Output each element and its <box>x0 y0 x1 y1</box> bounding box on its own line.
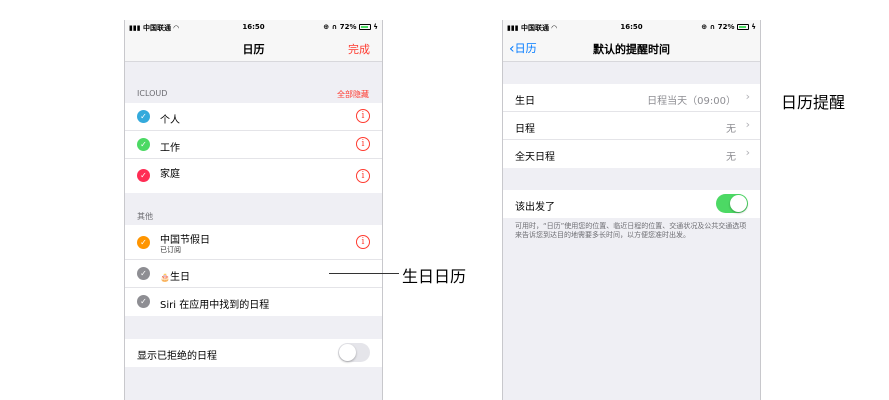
check-icon[interactable]: ✓ <box>137 295 150 308</box>
calendar-row-birthdays[interactable]: ✓ 🎂生日 <box>125 260 382 288</box>
subscribed-label: 已订阅 <box>160 246 181 254</box>
time-to-leave-group: 该出发了 <box>503 190 760 218</box>
alert-value: 无 <box>726 124 736 135</box>
calendar-label: 中国节假日 <box>160 235 210 246</box>
calendar-label: 个人 <box>160 115 180 126</box>
calendar-label: Siri 在应用中找到的日程 <box>160 300 270 311</box>
toggle-knob <box>339 344 356 361</box>
icloud-section-header: ICLOUD 全部隐藏 <box>125 89 382 103</box>
calendar-reminder-annotation: 日历提醒 <box>781 93 846 112</box>
done-button[interactable]: 完成 <box>348 41 370 57</box>
calendar-label: 🎂生日 <box>160 268 190 283</box>
alert-row-all-day[interactable]: 全天日程 无 › <box>503 140 760 168</box>
calendar-label: 工作 <box>160 143 180 154</box>
check-icon[interactable]: ✓ <box>137 138 150 151</box>
alert-label: 生日 <box>515 96 535 107</box>
status-bar: ▮▮▮ 中国联通 ◠ 16:50 ⊕ ∩ 72% ϟ <box>503 20 760 35</box>
alert-value: 日程当天（09:00） <box>647 96 736 107</box>
annotation-leader-line <box>329 273 399 274</box>
show-declined-toggle[interactable] <box>338 343 370 362</box>
lock-rotation-icon: ⊕ <box>701 23 708 31</box>
info-icon[interactable]: i <box>356 235 370 249</box>
headphones-icon: ∩ <box>709 23 716 31</box>
show-declined-row: 显示已拒绝的日程 <box>125 339 382 367</box>
charging-icon: ϟ <box>373 23 378 31</box>
calendars-screen: ▮▮▮ 中国联通 ◠ 16:50 ⊕ ∩ 72% ϟ 日历 完成 ICLOUD … <box>124 20 383 400</box>
battery-icon <box>736 24 749 30</box>
other-header-label: 其他 <box>137 212 153 221</box>
status-right: ⊕ ∩ 72% ϟ <box>701 23 756 31</box>
show-declined-label: 显示已拒绝的日程 <box>137 351 217 362</box>
chevron-right-icon: › <box>745 146 750 159</box>
lock-rotation-icon: ⊕ <box>323 23 330 31</box>
time-to-leave-row: 该出发了 <box>503 190 760 218</box>
calendar-row-siri[interactable]: ✓ Siri 在应用中找到的日程 <box>125 288 382 316</box>
calendar-row-holidays[interactable]: ✓ 中国节假日 已订阅 i <box>125 225 382 260</box>
alert-row-birthdays[interactable]: 生日 日程当天（09:00） › <box>503 84 760 112</box>
default-alert-times-screen: ▮▮▮ 中国联通 ◠ 16:50 ⊕ ∩ 72% ϟ ‹日历 默认的提醒时间 生… <box>502 20 761 400</box>
info-icon[interactable]: i <box>356 109 370 123</box>
alert-row-events[interactable]: 日程 无 › <box>503 112 760 140</box>
calendar-row-family[interactable]: ✓ 家庭 i <box>125 159 382 193</box>
check-icon[interactable]: ✓ <box>137 236 150 249</box>
headphones-icon: ∩ <box>331 23 338 31</box>
calendar-label: 家庭 <box>160 169 180 180</box>
check-icon[interactable]: ✓ <box>137 169 150 182</box>
time-to-leave-footnote: 可用时，“日历”使用您的位置、临近日程的位置、交通状况及公共交通选项来告诉您到达… <box>515 222 747 239</box>
battery-icon <box>358 24 371 30</box>
time-to-leave-label: 该出发了 <box>515 202 555 213</box>
check-icon[interactable]: ✓ <box>137 267 150 280</box>
birthday-calendar-annotation: 生日日历 <box>402 267 467 286</box>
other-section-header: 其他 <box>125 211 382 225</box>
info-icon[interactable]: i <box>356 169 370 183</box>
calendar-row-work[interactable]: ✓ 工作 i <box>125 131 382 159</box>
birthday-label: 生日 <box>169 272 190 283</box>
page-title: 默认的提醒时间 <box>593 43 670 56</box>
alert-label: 日程 <box>515 124 535 135</box>
chevron-right-icon: › <box>745 118 750 131</box>
status-bar: ▮▮▮ 中国联通 ◠ 16:50 ⊕ ∩ 72% ϟ <box>125 20 382 35</box>
birthday-cake-icon: 🎂 <box>160 273 170 282</box>
chevron-right-icon: › <box>745 90 750 103</box>
nav-bar: ‹日历 默认的提醒时间 <box>503 35 760 62</box>
icloud-header-label: ICLOUD <box>137 89 168 98</box>
calendar-row-personal[interactable]: ✓ 个人 i <box>125 103 382 131</box>
alert-label: 全天日程 <box>515 152 555 163</box>
time-to-leave-toggle[interactable] <box>716 194 748 213</box>
info-icon[interactable]: i <box>356 137 370 151</box>
page-title: 日历 <box>242 43 265 56</box>
status-right: ⊕ ∩ 72% ϟ <box>323 23 378 31</box>
icloud-calendar-list: ✓ 个人 i ✓ 工作 i ✓ 家庭 i <box>125 103 382 193</box>
hide-all-button[interactable]: 全部隐藏 <box>337 89 369 100</box>
toggle-knob <box>730 195 747 212</box>
other-calendar-list: ✓ 中国节假日 已订阅 i ✓ 🎂生日 ✓ Siri 在应用中找到的日程 <box>125 225 382 316</box>
alert-times-list: 生日 日程当天（09:00） › 日程 无 › 全天日程 无 › <box>503 84 760 168</box>
check-icon[interactable]: ✓ <box>137 110 150 123</box>
alert-value: 无 <box>726 152 736 163</box>
declined-events-group: 显示已拒绝的日程 <box>125 339 382 367</box>
charging-icon: ϟ <box>751 23 756 31</box>
nav-bar: 日历 完成 <box>125 35 382 62</box>
